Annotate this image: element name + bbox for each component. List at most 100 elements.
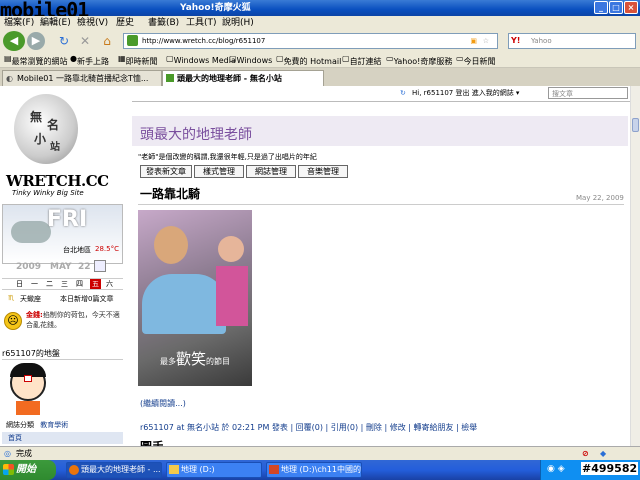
menu-view[interactable]: 檢視(V) <box>77 16 108 30</box>
bookmark-label: Windows <box>236 56 273 65</box>
bookmark-label: 今日新聞 <box>463 57 496 66</box>
yahoo-search-icon[interactable]: Y! <box>511 34 520 48</box>
firefox-icon <box>69 465 79 475</box>
calendar-icon[interactable] <box>94 260 106 272</box>
category-row: 網誌分類 教育學術 <box>6 420 68 430</box>
post-title[interactable]: 一路靠北騎 <box>140 185 200 202</box>
date-month: MAY <box>50 262 72 272</box>
bookmark-windows-media[interactable]: ▢ Windows Media <box>166 54 236 65</box>
windows-taskbar: 開始 頭最大的地理老師 - ... 地理 (D:) 地理 (D:)\ch11中國… <box>0 460 640 480</box>
next-post-title[interactable]: 圖手 <box>140 438 164 446</box>
forward-button[interactable]: ▶ <box>27 32 45 50</box>
url-text: http://www.wretch.cc/blog/r651107 <box>142 37 266 45</box>
weekday-active: 五 <box>90 279 101 289</box>
bookmark-label: 即時新聞 <box>125 57 158 66</box>
user-bar: ↻ Hi, r651107 登出 進入我的網誌 ▾ 搜文章 <box>360 87 630 101</box>
back-button[interactable]: ◀ <box>3 31 25 51</box>
blog-title[interactable]: 頭最大的地理老師 <box>140 124 252 144</box>
zodiac-name: 天蠍座 <box>20 295 41 303</box>
folder-icon <box>169 465 179 474</box>
weather-widget: FRI 台北地區 28.5°C <box>2 204 123 264</box>
bookmark-latest-news[interactable]: ▦ 即時新聞 <box>118 54 158 66</box>
weekday: 三 <box>61 280 68 288</box>
windows-flag-icon <box>3 464 14 475</box>
bookmark-label: 自訂連結 <box>349 57 382 66</box>
bookmarks-toolbar: ▤ 最常瀏覽的網站 ● 新手上路 ▦ 即時新聞 ▢ Windows Media … <box>0 52 640 68</box>
header-divider <box>132 101 630 102</box>
stats-row: ♏ 天蠍座 本日新增0篇文章 <box>8 294 126 306</box>
bookmark-star-icon[interactable]: ☆ <box>483 34 489 48</box>
profile-title: r651107的地盤 <box>2 348 123 360</box>
new-posts-count: 本日新增0篇文章 <box>60 295 114 303</box>
site-search-input[interactable]: 搜文章 <box>548 87 628 99</box>
rss-icon[interactable]: ▣ <box>470 34 477 48</box>
home-icon: ⌂ <box>103 34 111 48</box>
task-label: 地理 (D:) <box>181 465 215 474</box>
rider-face-icon <box>154 226 188 264</box>
maximize-button[interactable]: □ <box>609 1 623 14</box>
weekday: 六 <box>106 280 113 288</box>
site-logo-text: WRETCH.CC <box>6 172 109 190</box>
tab-mobile01[interactable]: ◐ Mobile01 一路靠北騎首播紀念T恤... <box>2 70 162 86</box>
bookmark-today-news[interactable]: ▭ 今日新聞 <box>456 54 496 66</box>
menu-help[interactable]: 說明(H) <box>222 16 254 30</box>
read-more-link[interactable]: (繼續閱讀...) <box>140 398 186 409</box>
avatar-badge-icon <box>24 375 32 382</box>
menu-tools[interactable]: 工具(T) <box>186 16 217 30</box>
tab-wretch-blog[interactable]: 頭最大的地理老師 - 無名小站 <box>162 70 324 86</box>
status-text: 完成 <box>16 449 32 458</box>
minimize-button[interactable]: _ <box>594 1 608 14</box>
bookmark-label: 最常瀏覽的網站 <box>11 57 68 66</box>
bookmark-custom-links[interactable]: ▢ 自訂連結 <box>342 54 382 66</box>
rider-jersey-icon <box>216 266 248 326</box>
category-label: 網誌分類 <box>6 421 34 429</box>
category-link[interactable]: 教育學術 <box>40 421 68 429</box>
bookmark-yahoo-services[interactable]: ▭ Yahoo!奇摩服務 <box>386 54 452 66</box>
reload-icon: ↻ <box>58 34 70 48</box>
user-bar-text[interactable]: Hi, r651107 登出 進入我的網誌 ▾ <box>412 87 519 99</box>
taskbar-explorer-2[interactable]: 地理 (D:)\ch11中國的... <box>266 462 362 478</box>
taskbar-firefox[interactable]: 頭最大的地理老師 - ... <box>66 462 162 478</box>
stop-button[interactable]: ✕ <box>76 32 94 50</box>
bookmark-most-visited[interactable]: ▤ 最常瀏覽的網站 <box>4 54 68 66</box>
fortune-label: 金錢: <box>26 311 43 319</box>
menu-bookmarks[interactable]: 書籤(B) <box>148 16 179 30</box>
bookmark-windows[interactable]: ▢ Windows <box>229 54 272 65</box>
home-button[interactable]: ⌂ <box>98 32 116 50</box>
menu-edit[interactable]: 編輯(E) <box>40 16 71 30</box>
task-label: 地理 (D:)\ch11中國的... <box>281 465 362 474</box>
start-button[interactable]: 開始 <box>0 460 56 480</box>
photo-caption: 最多歡笑的節目 <box>138 348 252 370</box>
home-link[interactable]: 首頁 <box>2 432 123 444</box>
url-input[interactable]: http://www.wretch.cc/blog/r651107 ▣ ☆ <box>123 33 498 49</box>
post-footer-links[interactable]: r651107 at 無名小站 於 02:21 PM 發表 | 回覆(0) | … <box>140 422 477 433</box>
menu-file[interactable]: 檔案(F) <box>4 16 34 30</box>
weekday-row: 日 一 二 三 四 五 六 <box>2 278 123 290</box>
new-post-button[interactable]: 發表新文章 <box>140 165 192 178</box>
music-manage-button[interactable]: 音樂管理 <box>298 165 348 178</box>
post-photo[interactable]: 最多歡笑的節目 <box>138 210 252 386</box>
blog-manage-button[interactable]: 網誌管理 <box>246 165 296 178</box>
vertical-scrollbar[interactable] <box>630 86 640 446</box>
post-divider <box>138 204 624 205</box>
bookmark-label: Windows Media <box>173 56 236 65</box>
caption-post: 的節目 <box>206 357 230 366</box>
style-manage-button[interactable]: 樣式管理 <box>194 165 244 178</box>
update-icon[interactable]: ◆ <box>600 447 606 460</box>
menu-history[interactable]: 歷史 <box>116 16 134 30</box>
reload-button[interactable]: ↻ <box>55 32 73 50</box>
scrollbar-thumb[interactable] <box>632 118 639 132</box>
user-info-icon: ↻ <box>400 89 406 97</box>
bookmark-label: Yahoo!奇摩服務 <box>393 57 453 66</box>
blog-header: 頭最大的地理老師 <box>132 116 628 146</box>
bookmark-getting-started[interactable]: ● 新手上路 <box>70 54 109 66</box>
tab-label: 頭最大的地理老師 - 無名小站 <box>177 74 282 83</box>
search-input[interactable]: Y! Yahoo <box>508 33 636 49</box>
bookmark-hotmail[interactable]: ▢ 免費的 Hotmail <box>276 54 341 66</box>
tray-icons[interactable]: ◉ ◈ <box>547 464 565 474</box>
task-label: 頭最大的地理老師 - ... <box>81 465 161 474</box>
search-placeholder: Yahoo <box>531 37 552 45</box>
taskbar-explorer-1[interactable]: 地理 (D:) <box>166 462 262 478</box>
addon-icon[interactable]: ⊘ <box>582 447 589 460</box>
close-button[interactable]: × <box>624 1 638 14</box>
